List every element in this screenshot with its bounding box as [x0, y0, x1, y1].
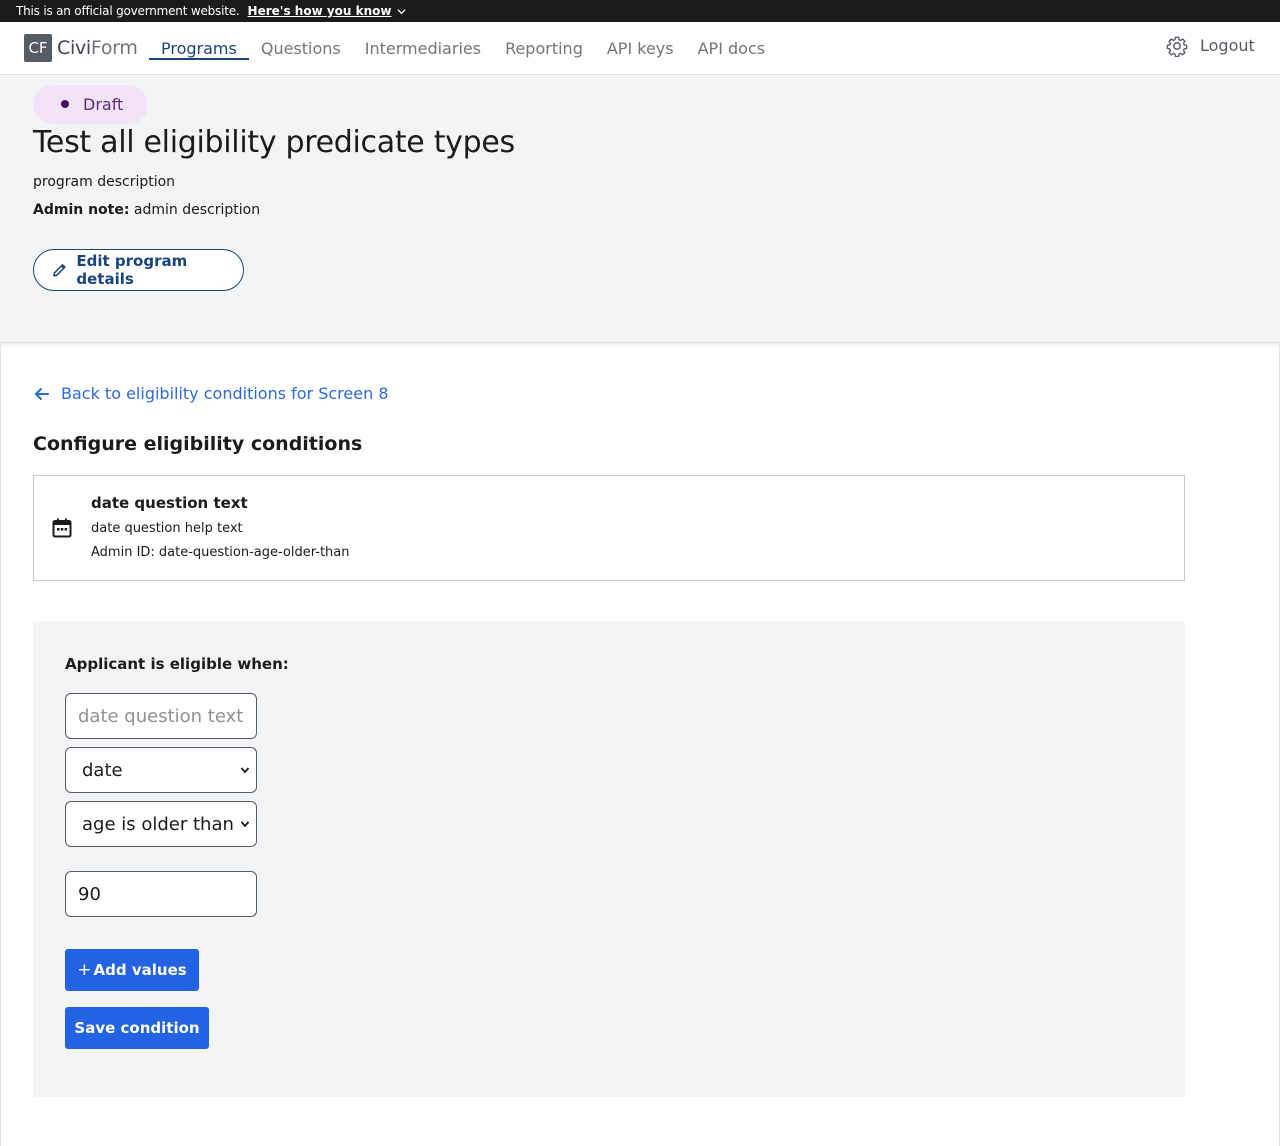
nav-link-intermediaries[interactable]: Intermediaries — [353, 22, 493, 74]
nav-link-questions[interactable]: Questions — [249, 22, 353, 74]
nav-link-reporting[interactable]: Reporting — [493, 22, 595, 74]
page-title: Test all eligibility predicate types — [33, 125, 515, 160]
add-values-button[interactable]: + Add values — [65, 949, 199, 991]
back-link-label: Back to eligibility conditions for Scree… — [61, 384, 389, 403]
nav-link-api-docs[interactable]: API docs — [686, 22, 777, 74]
nav-links: Programs Questions Intermediaries Report… — [149, 22, 777, 74]
gov-banner-how-link[interactable]: Here's how you know — [248, 4, 407, 18]
question-card: date question text date question help te… — [33, 475, 1185, 581]
logo-civi: Civi — [57, 37, 91, 59]
question-field[interactable]: date question text — [65, 693, 257, 739]
gov-banner-text: This is an official government website. — [16, 4, 240, 18]
page-border-left — [0, 343, 1, 1146]
chevron-down-icon — [240, 767, 250, 774]
scalar-select[interactable]: date — [65, 747, 257, 793]
question-field-placeholder: date question text — [78, 705, 244, 727]
badge-dot-icon — [61, 100, 69, 108]
civiform-logo[interactable]: CF CiviForm — [24, 34, 138, 62]
program-header: Draft Test all eligibility predicate typ… — [0, 75, 1280, 343]
plus-icon: + — [77, 960, 92, 980]
nav-link-programs[interactable]: Programs — [149, 22, 249, 74]
save-condition-button[interactable]: Save condition — [65, 1007, 209, 1049]
admin-note-value: admin description — [133, 202, 261, 218]
scalar-select-value: date — [82, 759, 123, 781]
question-title: date question text — [91, 494, 248, 512]
admin-note: Admin note: admin description — [33, 202, 260, 218]
value-input[interactable]: 90 — [65, 871, 257, 917]
logo-text: CiviForm — [57, 37, 138, 59]
condition-form: Applicant is eligible when: date questio… — [33, 621, 1185, 1097]
operator-select[interactable]: age is older than — [65, 801, 257, 847]
back-to-eligibility-link[interactable]: Back to eligibility conditions for Scree… — [33, 384, 389, 403]
pencil-icon — [53, 264, 66, 277]
chevron-down-icon — [397, 8, 407, 14]
operator-select-value: age is older than — [82, 813, 234, 835]
admin-note-label: Admin note: — [33, 202, 130, 218]
status-badge: Draft — [33, 85, 148, 124]
gov-banner: This is an official government website. … — [0, 0, 1280, 22]
logo-mark: CF — [24, 34, 52, 62]
chevron-down-icon — [240, 821, 250, 828]
edit-program-details-button[interactable]: Edit program details — [33, 249, 244, 291]
calendar-icon — [52, 518, 72, 538]
logout-link[interactable]: Logout — [1200, 36, 1255, 55]
edit-button-label: Edit program details — [76, 252, 188, 288]
program-description: program description — [33, 174, 176, 190]
how-link-label: Here's how you know — [247, 4, 392, 18]
status-badge-label: Draft — [83, 95, 124, 114]
value-input-text: 90 — [78, 883, 101, 905]
condition-label: Applicant is eligible when: — [65, 655, 289, 673]
question-admin-id: Admin ID: date-question-age-older-than — [91, 545, 350, 560]
arrow-left-icon — [35, 387, 49, 400]
top-navigation: CF CiviForm Programs Questions Intermedi… — [0, 22, 1280, 75]
add-values-label: Add values — [93, 961, 187, 979]
gear-icon[interactable] — [1166, 35, 1188, 57]
logo-form: Form — [90, 37, 138, 59]
question-help-text: date question help text — [91, 521, 243, 536]
nav-link-api-keys[interactable]: API keys — [595, 22, 686, 74]
section-title: Configure eligibility conditions — [33, 433, 363, 455]
